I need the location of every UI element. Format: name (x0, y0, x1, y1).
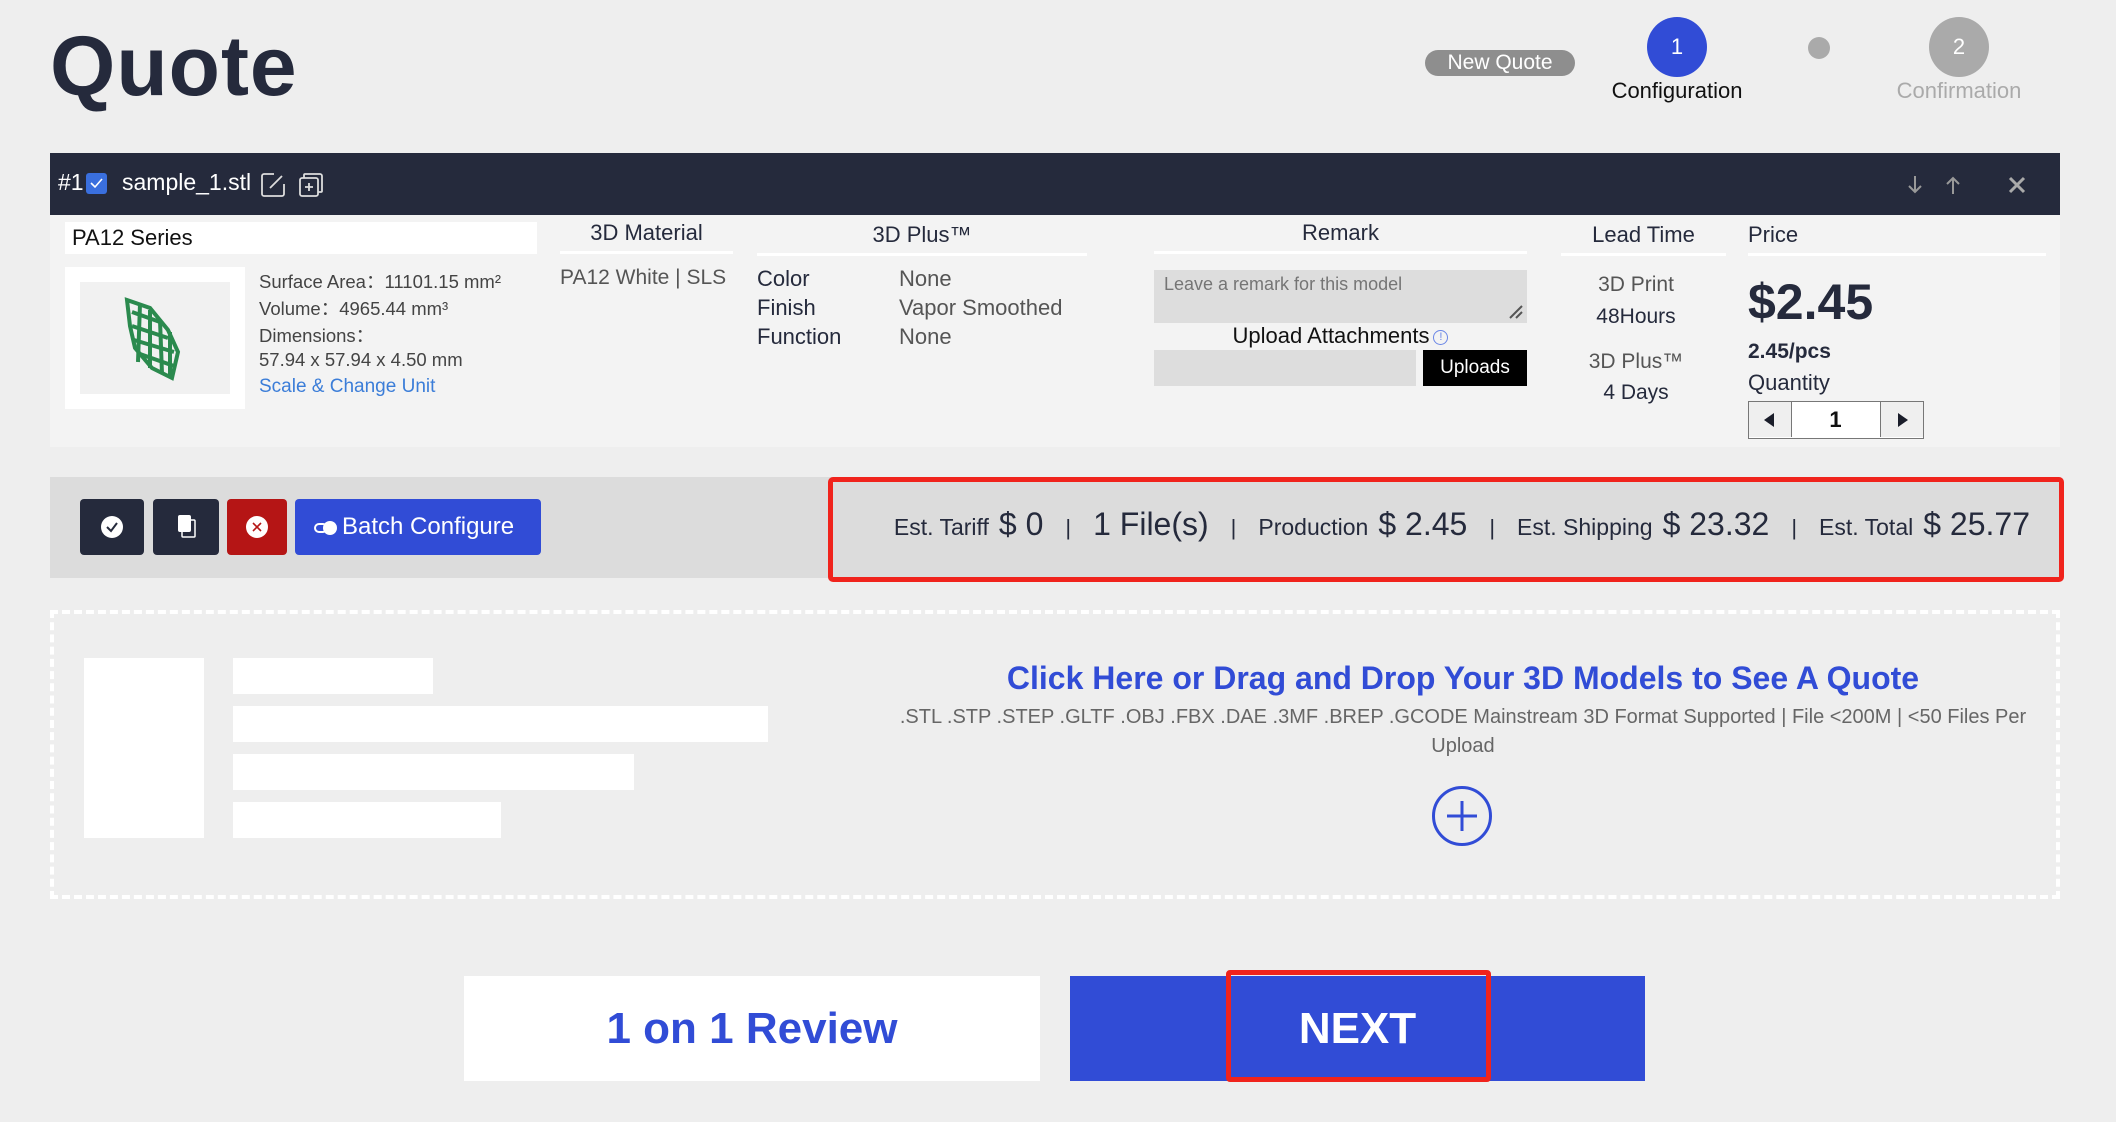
model-file-name: sample_1.stl (122, 169, 252, 195)
price-column-header: Price (1748, 222, 2046, 256)
placeholder-line (233, 754, 634, 790)
uploads-button[interactable]: Uploads (1423, 350, 1527, 386)
dimensions-label: Dimensions： (259, 325, 375, 346)
step-2-indicator: 2 (1929, 17, 1989, 77)
info-icon[interactable]: ! (1433, 329, 1449, 345)
plus-option-key: Function (757, 324, 842, 349)
batch-configure-button[interactable]: Batch Configure (295, 499, 541, 555)
plus-option-value[interactable]: Vapor Smoothed (899, 295, 1062, 321)
placeholder-line (233, 658, 433, 694)
step-2-label: Confirmation (1896, 78, 2022, 103)
dropzone-title[interactable]: Click Here or Drag and Drop Your 3D Mode… (880, 660, 2046, 697)
one-on-one-review-button[interactable]: 1 on 1 Review (464, 976, 1040, 1081)
edit-icon[interactable] (260, 172, 286, 198)
copy-selected-button[interactable] (153, 499, 219, 555)
volume: Volume：4965.44 mm³ (259, 298, 449, 319)
summary-highlight-box (828, 477, 2064, 582)
move-down-icon[interactable] (1905, 172, 1925, 198)
upload-attachments-label: Upload Attachments (1232, 323, 1430, 348)
remark-column-header: Remark (1154, 220, 1527, 254)
model-thumbnail[interactable] (65, 267, 245, 409)
select-all-button[interactable] (80, 499, 144, 555)
add-model-icon[interactable] (1432, 786, 1492, 846)
quantity-increase-button[interactable] (1880, 402, 1923, 437)
upload-file-field[interactable] (1154, 350, 1416, 386)
dimensions: 57.94 x 57.94 x 4.50 mm (259, 349, 463, 370)
placeholder-thumbnail (84, 658, 204, 838)
delete-selected-button[interactable] (227, 499, 287, 555)
scale-change-unit-link[interactable]: Scale & Change Unit (259, 376, 435, 398)
material-series: PA12 Series (65, 222, 537, 254)
quantity-input[interactable] (1792, 402, 1879, 437)
plus-option-value[interactable]: None (899, 266, 952, 292)
lead-time-print-label: 3D Print (1598, 273, 1674, 296)
new-quote-button[interactable]: New Quote (1425, 50, 1575, 76)
model-card-header: #1 sample_1.stl (50, 153, 2060, 215)
copy-icon (178, 515, 196, 538)
duplicate-icon[interactable] (298, 172, 324, 198)
step-connector-dot (1808, 37, 1830, 59)
check-circle-icon (101, 516, 123, 538)
quantity-decrease-button[interactable] (1749, 402, 1792, 437)
batch-configure-label: Batch Configure (342, 513, 515, 540)
unit-price: 2.45/pcs (1748, 340, 1831, 363)
model-price: $2.45 (1748, 274, 1874, 330)
move-up-icon[interactable] (1943, 172, 1963, 198)
model-index: #1 (58, 169, 84, 195)
next-highlight-box (1226, 970, 1491, 1082)
placeholder-line (233, 802, 501, 838)
remark-input[interactable] (1154, 270, 1527, 323)
material-value[interactable]: PA12 White | SLS (560, 266, 726, 290)
model-select-checkbox[interactable] (86, 173, 107, 194)
material-column-header: 3D Material (560, 220, 733, 254)
placeholder-line (233, 706, 768, 742)
quantity-stepper (1748, 401, 1924, 439)
lead-time-print-value: 48Hours (1596, 305, 1676, 328)
page-title: Quote (50, 19, 298, 113)
upload-attachments-title: Upload Attachments! (1154, 323, 1527, 349)
resize-grip-icon[interactable] (1506, 302, 1524, 320)
lead-time-plus-label: 3D Plus™ (1588, 350, 1684, 373)
plus-option-key: Color (757, 266, 810, 291)
lattice-model-icon (124, 297, 181, 381)
quantity-label: Quantity (1748, 370, 1830, 395)
lead-time-column-header: Lead Time (1561, 222, 1726, 256)
remove-model-icon[interactable] (2006, 172, 2028, 198)
plus-option-key: Finish (757, 295, 816, 320)
step-1-label: Configuration (1611, 78, 1743, 103)
toggle-icon (314, 520, 338, 535)
plus-option-value[interactable]: None (899, 324, 952, 350)
surface-area: Surface Area：11101.15 mm² (259, 271, 501, 292)
step-1-indicator: 1 (1647, 17, 1707, 77)
dropzone-formats: .STL .STP .STEP .GLTF .OBJ .FBX .DAE .3M… (899, 706, 2027, 757)
delete-circle-icon (246, 516, 268, 538)
lead-time-plus-value: 4 Days (1603, 381, 1669, 404)
plus-column-header: 3D Plus™ (757, 222, 1087, 256)
